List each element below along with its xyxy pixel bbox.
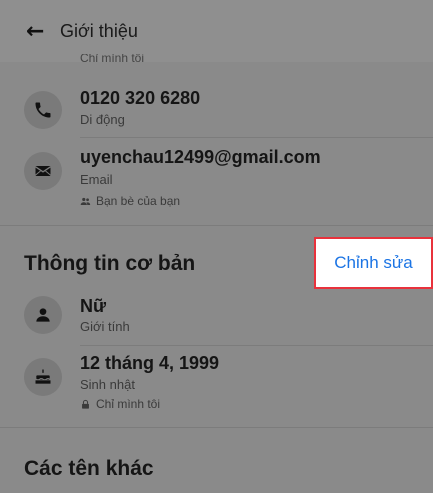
email-privacy: Bạn bè của bạn — [80, 194, 180, 208]
other-names-title: Các tên khác — [24, 457, 154, 480]
gender-label: Giới tính — [80, 319, 130, 334]
gender-value: Nữ — [80, 296, 107, 316]
partial-privacy-label: Chỉ mình tôi — [80, 54, 145, 64]
birthday-value: 12 tháng 4, 1999 — [80, 353, 220, 373]
divider — [80, 345, 433, 346]
phone-type: Di động — [80, 112, 125, 127]
cake-icon — [24, 358, 62, 396]
envelope-icon — [24, 152, 62, 190]
back-arrow-icon[interactable]: ← — [26, 19, 60, 44]
birthday-label: Sinh nhật — [80, 377, 135, 392]
phone-number: 0120 320 6280 — [80, 88, 201, 108]
phone-icon — [24, 91, 62, 129]
divider — [80, 137, 433, 138]
person-icon — [24, 296, 62, 334]
email-privacy-label: Bạn bè của bạn — [96, 194, 181, 208]
top-bar: ← Giới thiệu — [0, 0, 433, 62]
section-divider — [0, 427, 433, 428]
page-title: Giới thiệu — [60, 20, 138, 41]
birthday-privacy: Chỉ mình tôi — [80, 397, 160, 411]
edit-button[interactable]: Chỉnh sửa — [314, 237, 433, 289]
email-address: uyenchau12499@gmail.com — [80, 147, 321, 167]
birthday-privacy-label: Chỉ mình tôi — [96, 397, 161, 411]
email-type: Email — [80, 172, 113, 187]
section-divider — [0, 225, 433, 226]
lock-icon — [82, 399, 89, 409]
friends-icon — [80, 197, 91, 205]
basic-info-title: Thông tin cơ bản — [24, 252, 196, 275]
